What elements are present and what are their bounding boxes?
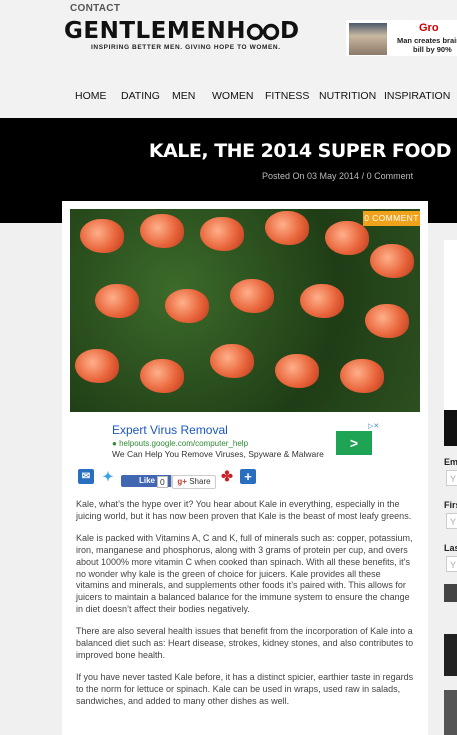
ad-title: Gro [419, 22, 439, 34]
shrimp-shape [95, 284, 139, 318]
shrimp-shape [80, 219, 124, 253]
header-ad[interactable]: Gro Man creates brain bill by 90% [346, 20, 457, 56]
site-tagline: INSPIRING BETTER MEN. GIVING HOPE TO WOM… [91, 44, 281, 51]
nav-inspiration[interactable]: INSPIRATION [384, 90, 450, 102]
article-paragraph: There are also several health issues tha… [76, 626, 414, 660]
first-name-label: Firs [444, 500, 457, 510]
pinterest-icon[interactable]: ✤ [219, 469, 235, 484]
text-ad[interactable]: Expert Virus Removal ● helpouts.google.c… [106, 421, 384, 461]
ad-description: We Can Help You Remove Viruses, Spyware … [112, 449, 324, 459]
shrimp-shape [165, 289, 209, 323]
shrimp-shape [230, 279, 274, 313]
article-paragraph: Kale is packed with Vitamins A, C and K,… [76, 532, 413, 615]
nav-fitness[interactable]: FITNESS [265, 90, 309, 102]
ad-headline[interactable]: Expert Virus Removal [112, 423, 228, 437]
nav-home[interactable]: HOME [75, 90, 107, 102]
nav-women[interactable]: WOMEN [212, 90, 253, 102]
location-pin-icon: ● [112, 439, 120, 448]
shrimp-shape [300, 284, 344, 318]
shrimp-shape [200, 217, 244, 251]
nav-dating[interactable]: DATING [121, 90, 160, 102]
ad-choices-icon[interactable]: ▷✕ [368, 422, 379, 430]
featured-image [70, 209, 420, 412]
logo-text-left: GENTLEMENH [64, 18, 246, 44]
sidebar-widget [444, 240, 457, 410]
shrimp-shape [210, 344, 254, 378]
sidebar-thumbnail[interactable] [444, 690, 457, 735]
first-name-input[interactable]: Y [446, 513, 457, 529]
logo-infinity-icon [246, 23, 280, 40]
article-paragraph: If you have never tasted Kale before, it… [76, 671, 414, 706]
sidebar-widget-header [444, 410, 457, 446]
gplus-icon: g+ [177, 477, 187, 486]
subscribe-button[interactable] [444, 584, 457, 602]
email-icon[interactable]: ✉ [78, 469, 94, 484]
last-name-label: Las [444, 543, 457, 553]
ad-text-line2: bill by 90% [413, 45, 452, 54]
gplus-share-button[interactable]: g+ Share [172, 475, 216, 489]
article-paragraph: Kale, what’s the hype over it? You hear … [76, 499, 412, 521]
last-name-input[interactable]: Y [446, 556, 457, 572]
shrimp-shape [140, 359, 184, 393]
email-input[interactable]: Y [446, 470, 457, 486]
add-share-icon[interactable]: + [240, 469, 256, 484]
shrimp-shape [325, 221, 369, 255]
contact-link[interactable]: CONTACT [70, 3, 120, 14]
ad-url-text: helpouts.google.com/computer_help [119, 439, 249, 448]
ad-text-line1: Man creates brain [397, 36, 457, 45]
twitter-icon[interactable]: ✦ [100, 469, 116, 484]
site-logo[interactable]: GENTLEMENH D [64, 18, 300, 44]
post-title: KALE, THE 2014 SUPER FOOD [148, 140, 452, 162]
facebook-like-label: Like [138, 476, 155, 485]
email-label: Em [444, 457, 457, 467]
shrimp-shape [265, 211, 309, 245]
ad-person-image [349, 23, 387, 55]
shrimp-shape [365, 304, 409, 338]
ad-url: ● helpouts.google.com/computer_help [112, 439, 248, 448]
ad-go-button[interactable]: > [336, 431, 372, 455]
article-body: Kale, what’s the hype over it? You hear … [76, 499, 416, 718]
logo-text-right: D [280, 18, 300, 44]
shrimp-shape [275, 354, 319, 388]
shrimp-shape [370, 244, 414, 278]
nav-nutrition[interactable]: NUTRITION [319, 90, 376, 102]
ad-text: Man creates brain bill by 90% [397, 36, 457, 54]
shrimp-shape [75, 349, 119, 383]
gplus-share-label: Share [189, 477, 211, 486]
nav-men[interactable]: MEN [172, 90, 195, 102]
share-bar: ✉ ✦ Like 0 0 g+ Share ✤ + [78, 469, 378, 491]
facebook-like-count: 0 [157, 476, 168, 488]
shrimp-shape [140, 214, 184, 248]
sidebar-thumbnail[interactable] [444, 634, 457, 676]
post-meta: Posted On 03 May 2014 / 0 Comment [262, 171, 414, 181]
comment-count-badge[interactable]: 0 COMMENT [363, 211, 420, 226]
shrimp-shape [340, 359, 384, 393]
